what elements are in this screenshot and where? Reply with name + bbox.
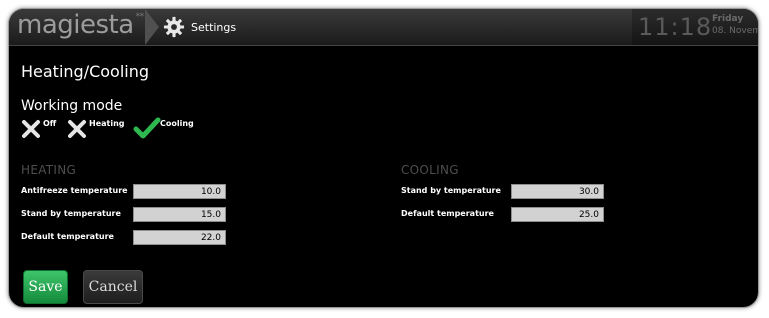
save-button[interactable]: Save bbox=[23, 270, 68, 304]
mode-label-cooling: Cooling bbox=[160, 119, 194, 128]
cross-icon bbox=[68, 120, 86, 138]
logo-mark: ** bbox=[135, 12, 145, 23]
clock-widget: 11:18 Friday 08. November bbox=[632, 9, 758, 45]
mode-label-heating: Heating bbox=[89, 119, 125, 128]
cooling-default-temperature-input[interactable]: 25.0 bbox=[511, 207, 604, 222]
heating-default-temperature-input[interactable]: 22.0 bbox=[133, 230, 226, 245]
cancel-button[interactable]: Cancel bbox=[83, 270, 143, 304]
cooling-standby-temperature-input[interactable]: 30.0 bbox=[511, 184, 604, 199]
app-logo: magiesta ** bbox=[17, 10, 145, 40]
clock-time: 11:18 bbox=[638, 13, 713, 41]
clock-day: Friday bbox=[712, 14, 744, 24]
logo-text: magiesta bbox=[17, 10, 134, 40]
page-title: Heating/Cooling bbox=[21, 62, 150, 81]
mode-option-heating[interactable]: Heating bbox=[67, 115, 133, 143]
breadcrumb-label: Settings bbox=[191, 20, 237, 34]
clock-date: 08. November bbox=[712, 26, 758, 36]
antifreeze-temperature-label: Antifreeze temperature bbox=[21, 186, 128, 195]
heating-section-title: HEATING bbox=[21, 163, 77, 177]
working-mode-title: Working mode bbox=[21, 98, 123, 114]
cross-icon bbox=[22, 120, 40, 138]
top-bar: magiesta ** Settings 11:18 Friday 08. No… bbox=[9, 9, 758, 46]
gear-icon bbox=[163, 16, 185, 38]
app-window: magiesta ** Settings 11:18 Friday 08. No… bbox=[8, 8, 759, 308]
mode-label-off: Off bbox=[43, 119, 57, 128]
heating-default-temperature-label: Default temperature bbox=[21, 232, 114, 241]
breadcrumb-separator bbox=[145, 9, 159, 45]
cooling-section-title: COOLING bbox=[401, 163, 459, 177]
heating-standby-temperature-label: Stand by temperature bbox=[21, 209, 121, 218]
check-icon bbox=[133, 117, 161, 139]
breadcrumb-item-settings[interactable]: Settings bbox=[163, 16, 236, 38]
mode-option-cooling[interactable]: Cooling bbox=[133, 115, 203, 143]
heating-standby-temperature-input[interactable]: 15.0 bbox=[133, 207, 226, 222]
mode-option-off[interactable]: Off bbox=[21, 115, 67, 143]
cooling-standby-temperature-label: Stand by temperature bbox=[401, 186, 501, 195]
cooling-default-temperature-label: Default temperature bbox=[401, 209, 494, 218]
antifreeze-temperature-input[interactable]: 10.0 bbox=[133, 184, 226, 199]
